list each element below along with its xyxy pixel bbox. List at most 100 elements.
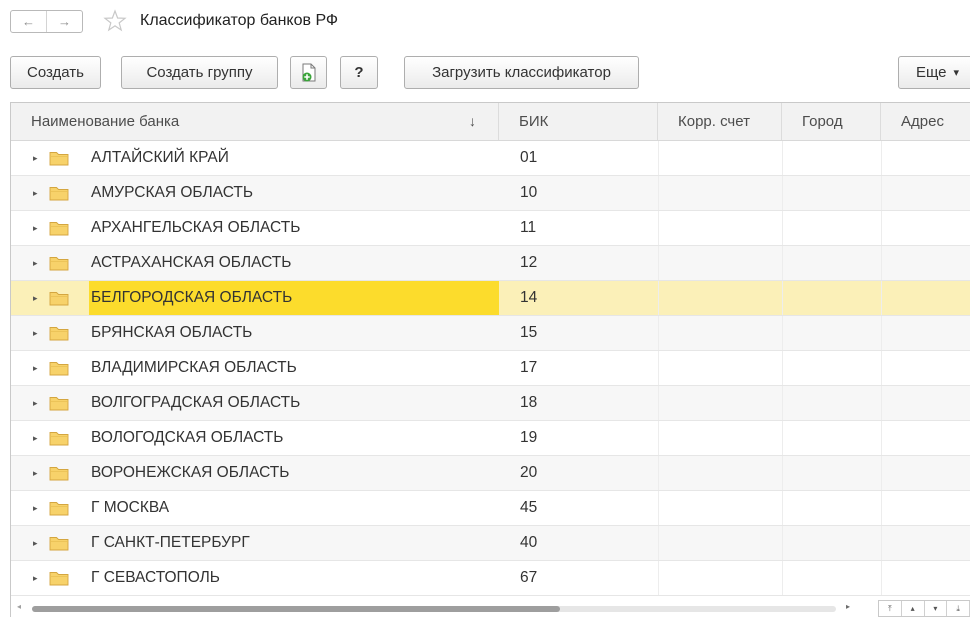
column-divider <box>881 526 882 560</box>
bank-name: БРЯНСКАЯ ОБЛАСТЬ <box>91 324 253 341</box>
cell-bank-name[interactable]: ▸ ВОЛГОГРАДСКАЯ ОБЛАСТЬ <box>11 386 499 420</box>
go-last-icon[interactable]: ⤓ <box>947 601 970 616</box>
history-nav: ← → <box>10 10 83 33</box>
table-row[interactable]: ▸ ВОЛОГОДСКАЯ ОБЛАСТЬ 19 <box>11 421 970 456</box>
folder-icon <box>49 362 69 376</box>
column-divider <box>782 211 783 245</box>
add-document-button[interactable] <box>290 56 327 89</box>
title-bar: ← → Классификатор банков РФ <box>0 0 970 46</box>
scroll-thumb[interactable] <box>32 606 560 612</box>
column-header-corr[interactable]: Корр. счет <box>658 103 782 140</box>
column-header-name[interactable]: Наименование банка ↓ <box>11 103 499 140</box>
bank-name: ВОРОНЕЖСКАЯ ОБЛАСТЬ <box>91 464 290 481</box>
expand-arrow-icon[interactable]: ▸ <box>33 176 38 210</box>
expand-arrow-icon[interactable]: ▸ <box>33 421 38 455</box>
column-header-address[interactable]: Адрес <box>881 103 970 140</box>
column-header-city[interactable]: Город <box>782 103 881 140</box>
bank-name: АЛТАЙСКИЙ КРАЙ <box>91 149 229 166</box>
expand-arrow-icon[interactable]: ▸ <box>33 561 38 595</box>
bank-name: АМУРСКАЯ ОБЛАСТЬ <box>91 184 254 201</box>
cell-bank-name[interactable]: ▸ ВОРОНЕЖСКАЯ ОБЛАСТЬ <box>11 456 499 490</box>
column-divider <box>881 456 882 490</box>
cell-bank-name[interactable]: ▸ Г СЕВАСТОПОЛЬ <box>11 561 499 595</box>
expand-arrow-icon[interactable]: ▸ <box>33 386 38 420</box>
cell-bank-name[interactable]: ▸ БЕЛГОРОДСКАЯ ОБЛАСТЬ <box>11 281 499 315</box>
arrow-right-icon: → <box>58 14 71 29</box>
table-row[interactable]: ▸ АСТРАХАНСКАЯ ОБЛАСТЬ 12 <box>11 246 970 281</box>
cell-bik: 20 <box>520 464 538 481</box>
table-row[interactable]: ▸ ВОРОНЕЖСКАЯ ОБЛАСТЬ 20 <box>11 456 970 491</box>
expand-arrow-icon[interactable]: ▸ <box>33 141 38 175</box>
go-down-icon[interactable]: ▾ <box>925 601 948 616</box>
table-row[interactable]: ▸ БРЯНСКАЯ ОБЛАСТЬ 15 <box>11 316 970 351</box>
column-divider <box>658 456 659 490</box>
cell-bank-name[interactable]: ▸ АЛТАЙСКИЙ КРАЙ <box>11 141 499 175</box>
folder-icon <box>49 537 69 551</box>
sort-down-icon: ↓ <box>469 113 476 129</box>
create-button[interactable]: Создать <box>10 56 101 89</box>
help-button[interactable]: ? <box>340 56 378 89</box>
table-row[interactable]: ▸ АЛТАЙСКИЙ КРАЙ 01 <box>11 141 970 176</box>
column-divider <box>782 561 783 595</box>
cell-bank-name[interactable]: ▸ Г МОСКВА <box>11 491 499 525</box>
expand-arrow-icon[interactable]: ▸ <box>33 351 38 385</box>
column-divider <box>658 386 659 420</box>
expand-arrow-icon[interactable]: ▸ <box>33 281 38 315</box>
folder-icon <box>49 292 69 306</box>
cell-bik: 10 <box>520 184 538 201</box>
column-divider <box>881 421 882 455</box>
banks-table: Наименование банка ↓ БИК Корр. счет Горо… <box>10 102 970 617</box>
column-divider <box>658 561 659 595</box>
cell-bank-name[interactable]: ▸ ВЛАДИМИРСКАЯ ОБЛАСТЬ <box>11 351 499 385</box>
more-label: Еще <box>916 64 947 81</box>
column-divider <box>881 386 882 420</box>
cell-bank-name[interactable]: ▸ БРЯНСКАЯ ОБЛАСТЬ <box>11 316 499 350</box>
column-name-label: Наименование банка <box>31 113 180 130</box>
forward-button[interactable]: → <box>46 11 82 32</box>
favorite-star-icon[interactable] <box>103 9 127 33</box>
table-row[interactable]: ▸ Г САНКТ-ПЕТЕРБУРГ 40 <box>11 526 970 561</box>
expand-arrow-icon[interactable]: ▸ <box>33 526 38 560</box>
bank-name: АСТРАХАНСКАЯ ОБЛАСТЬ <box>91 254 292 271</box>
cell-bik: 12 <box>520 254 538 271</box>
expand-arrow-icon[interactable]: ▸ <box>33 456 38 490</box>
cell-bank-name[interactable]: ▸ АМУРСКАЯ ОБЛАСТЬ <box>11 176 499 210</box>
cell-bank-name[interactable]: ▸ АРХАНГЕЛЬСКАЯ ОБЛАСТЬ <box>11 211 499 245</box>
column-divider <box>881 246 882 280</box>
table-row[interactable]: ▸ АРХАНГЕЛЬСКАЯ ОБЛАСТЬ 11 <box>11 211 970 246</box>
cell-bank-name[interactable]: ▸ АСТРАХАНСКАЯ ОБЛАСТЬ <box>11 246 499 280</box>
column-header-bik[interactable]: БИК <box>499 103 658 140</box>
folder-icon <box>49 327 69 341</box>
table-row[interactable]: ▸ АМУРСКАЯ ОБЛАСТЬ 10 <box>11 176 970 211</box>
cell-bank-name[interactable]: ▸ Г САНКТ-ПЕТЕРБУРГ <box>11 526 499 560</box>
column-divider <box>782 176 783 210</box>
more-button[interactable]: Еще ▾ <box>898 56 970 89</box>
expand-arrow-icon[interactable]: ▸ <box>33 316 38 350</box>
table-row[interactable]: ▸ Г СЕВАСТОПОЛЬ 67 <box>11 561 970 596</box>
back-button[interactable]: ← <box>11 11 46 32</box>
table-row[interactable]: ▸ ВЛАДИМИРСКАЯ ОБЛАСТЬ 17 <box>11 351 970 386</box>
folder-icon <box>49 572 69 586</box>
go-up-icon[interactable]: ▴ <box>902 601 925 616</box>
column-divider <box>658 351 659 385</box>
expand-arrow-icon[interactable]: ▸ <box>33 491 38 525</box>
expand-arrow-icon[interactable]: ▸ <box>33 211 38 245</box>
go-first-icon[interactable]: ⤒ <box>879 601 902 616</box>
table-row[interactable]: ▸ ВОЛГОГРАДСКАЯ ОБЛАСТЬ 18 <box>11 386 970 421</box>
table-row[interactable]: ▸ БЕЛГОРОДСКАЯ ОБЛАСТЬ 14 <box>11 281 970 316</box>
scroll-right-icon[interactable]: ▸ <box>846 602 850 611</box>
bank-name: Г САНКТ-ПЕТЕРБУРГ <box>91 534 250 551</box>
folder-icon <box>49 152 69 166</box>
arrow-left-icon: ← <box>22 14 35 29</box>
column-divider <box>881 351 882 385</box>
column-divider <box>658 246 659 280</box>
cell-bank-name[interactable]: ▸ ВОЛОГОДСКАЯ ОБЛАСТЬ <box>11 421 499 455</box>
page-title: Классификатор банков РФ <box>140 12 339 29</box>
create-group-button[interactable]: Создать группу <box>121 56 278 89</box>
scroll-left-icon[interactable]: ◂ <box>17 602 21 611</box>
column-divider <box>658 141 659 175</box>
bank-name: ВОЛГОГРАДСКАЯ ОБЛАСТЬ <box>91 394 301 411</box>
table-row[interactable]: ▸ Г МОСКВА 45 <box>11 491 970 526</box>
load-classifier-button[interactable]: Загрузить классификатор <box>404 56 639 89</box>
expand-arrow-icon[interactable]: ▸ <box>33 246 38 280</box>
